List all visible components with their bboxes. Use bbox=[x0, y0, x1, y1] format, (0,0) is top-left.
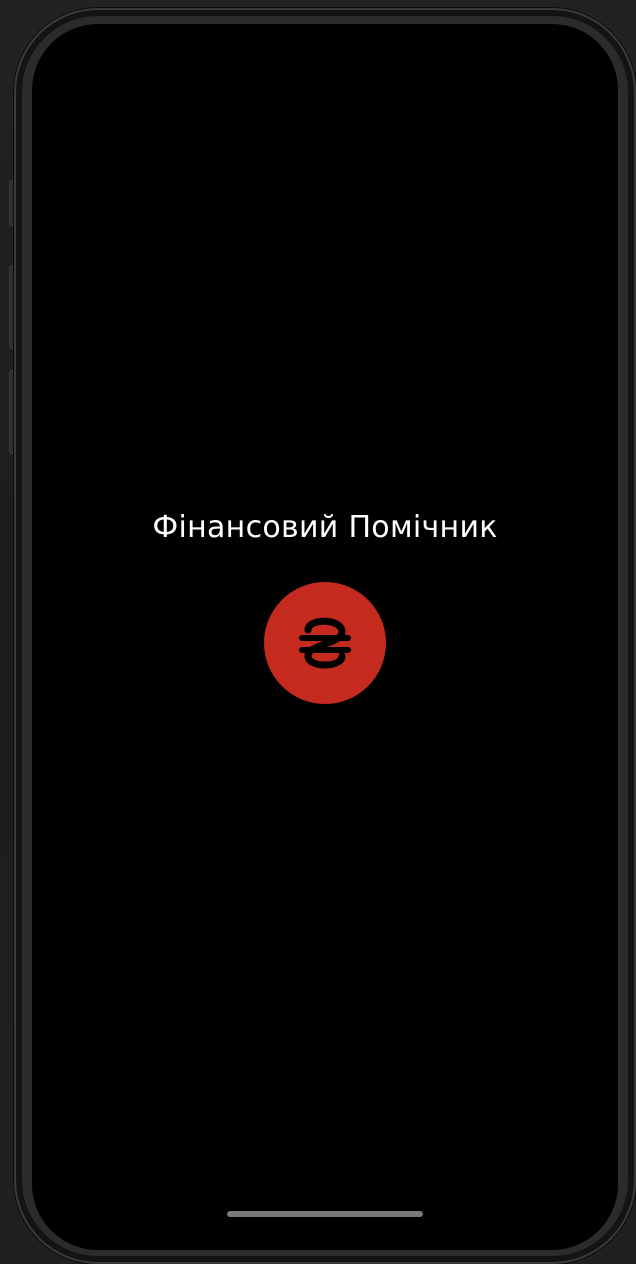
home-indicator[interactable] bbox=[227, 1211, 423, 1217]
app-logo bbox=[264, 582, 386, 704]
app-title: Фінансовий Помічник bbox=[152, 510, 498, 545]
splash-screen: Фінансовий Помічник bbox=[32, 24, 618, 1250]
hryvnia-sign-icon bbox=[299, 617, 351, 669]
